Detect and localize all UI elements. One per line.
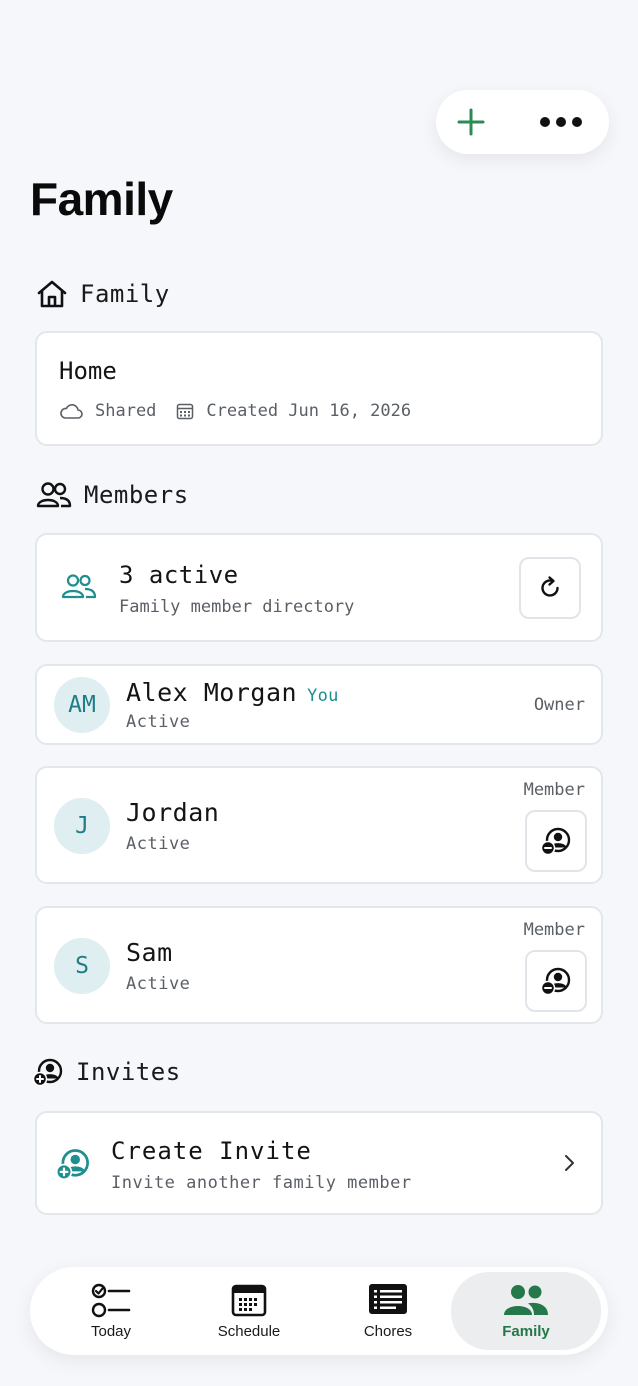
member-status: Active xyxy=(126,712,191,732)
tab-label: Family xyxy=(502,1323,550,1340)
avatar: J xyxy=(54,798,110,854)
tab-chores[interactable]: Chores xyxy=(313,1267,463,1355)
remove-user-icon xyxy=(540,967,571,996)
tab-today[interactable]: Today xyxy=(36,1267,186,1355)
people-icon xyxy=(504,1285,548,1315)
member-status: Active xyxy=(126,834,191,854)
members-summary-card: 3 active Family member directory xyxy=(35,533,603,642)
refresh-button[interactable] xyxy=(519,557,581,619)
tab-label: Schedule xyxy=(217,1323,281,1340)
bottom-tab-bar: Today Schedule Chores Family xyxy=(30,1267,608,1355)
active-member-count: 3 active xyxy=(119,561,239,589)
add-user-icon xyxy=(32,1058,63,1087)
calendar-icon xyxy=(177,403,194,420)
member-card-alex-morgan[interactable]: AM Alex Morgan You Active Owner xyxy=(35,664,603,745)
house-icon xyxy=(37,280,67,308)
members-summary-subtitle: Family member directory xyxy=(119,597,355,617)
remove-member-button[interactable] xyxy=(525,950,587,1012)
avatar: S xyxy=(54,938,110,994)
section-title-members: Members xyxy=(84,481,189,509)
create-invite-subtitle: Invite another family member xyxy=(111,1173,412,1193)
family-section-header: Family xyxy=(36,279,170,309)
created-date: Created Jun 16, 2026 xyxy=(206,401,412,421)
household-meta: Shared Created Jun 16, 2026 xyxy=(59,401,411,421)
household-name: Home xyxy=(59,357,117,385)
section-title-invites: Invites xyxy=(76,1058,181,1086)
you-badge: You xyxy=(307,686,339,706)
member-role: Member xyxy=(523,780,585,800)
remove-member-button[interactable] xyxy=(525,810,587,872)
members-section-header: Members xyxy=(36,481,189,509)
member-card-jordan[interactable]: J Jordan Active Member xyxy=(35,766,603,884)
people-icon xyxy=(36,482,72,508)
invites-section-header: Invites xyxy=(32,1057,181,1087)
checklist-icon xyxy=(91,1283,131,1318)
people-icon xyxy=(61,574,97,599)
section-title-family: Family xyxy=(80,280,170,308)
sharing-status: Shared xyxy=(95,401,157,421)
member-card-sam[interactable]: S Sam Active Member xyxy=(35,906,603,1024)
create-invite-row[interactable]: Create Invite Invite another family memb… xyxy=(35,1111,603,1215)
member-name: Alex Morgan You xyxy=(126,678,339,707)
add-user-icon xyxy=(55,1149,89,1181)
member-status: Active xyxy=(126,974,191,994)
member-name: Sam xyxy=(126,938,173,967)
top-actions xyxy=(436,90,609,154)
chevron-right-icon xyxy=(565,1155,574,1171)
tab-family[interactable]: Family xyxy=(451,1272,601,1350)
remove-user-icon xyxy=(540,827,571,856)
cloud-icon xyxy=(60,404,83,419)
tab-label: Today xyxy=(90,1323,132,1340)
page-title: Family xyxy=(30,173,173,225)
list-icon xyxy=(369,1284,407,1314)
household-card[interactable]: Home Shared Created Jun 16, 2026 xyxy=(35,331,603,446)
ellipsis-icon xyxy=(540,117,582,127)
member-name: Jordan xyxy=(126,798,220,827)
tab-label: Chores xyxy=(363,1323,413,1340)
more-options-button[interactable] xyxy=(526,90,596,154)
calendar-icon xyxy=(231,1284,267,1317)
create-invite-title: Create Invite xyxy=(111,1137,312,1165)
tab-schedule[interactable]: Schedule xyxy=(174,1267,324,1355)
avatar: AM xyxy=(54,677,110,733)
refresh-icon xyxy=(541,576,559,597)
member-role: Owner xyxy=(533,695,585,715)
member-role: Member xyxy=(523,920,585,940)
add-button[interactable] xyxy=(436,90,506,154)
plus-icon xyxy=(457,108,485,136)
